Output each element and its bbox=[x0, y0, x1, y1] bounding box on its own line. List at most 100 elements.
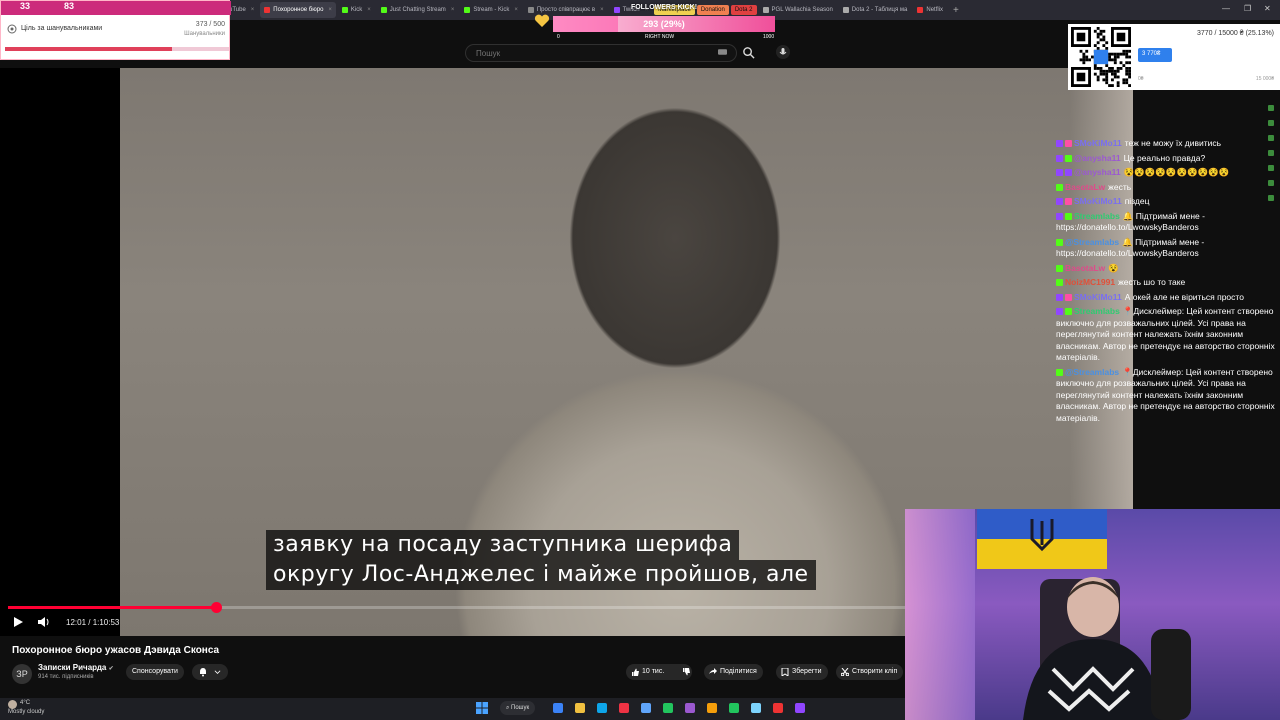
qr-code-icon bbox=[1071, 27, 1131, 87]
chat-badge-icon bbox=[1056, 238, 1063, 246]
channel-avatar[interactable]: ЗР bbox=[12, 664, 32, 684]
play-icon[interactable] bbox=[12, 616, 24, 628]
clip-button[interactable]: Створити кліп bbox=[836, 664, 904, 680]
notifications-button[interactable] bbox=[192, 664, 228, 680]
tab-label: Похоронное бюро bbox=[273, 7, 324, 13]
taskbar-app-icon[interactable] bbox=[575, 703, 585, 713]
new-tab-button[interactable]: + bbox=[949, 5, 963, 16]
goal-count: 373 / 500 bbox=[195, 21, 225, 28]
chat-badge-icon bbox=[1065, 154, 1072, 162]
taskbar-app-icon[interactable] bbox=[707, 703, 717, 713]
search-icon[interactable] bbox=[742, 46, 755, 59]
sidebar-icon[interactable] bbox=[1268, 105, 1274, 111]
sidebar-icon[interactable] bbox=[1268, 195, 1274, 201]
window-minimize-button[interactable]: — bbox=[1222, 4, 1230, 13]
taskbar-app-icon[interactable] bbox=[685, 703, 695, 713]
chat-username[interactable]: SMoKiMo11 bbox=[1074, 292, 1122, 302]
chat-message: Streamlabs 📍Дисклеймер: Цей контент створ… bbox=[1056, 306, 1278, 364]
channel-name[interactable]: Записки Ричарда ✔ bbox=[38, 663, 114, 672]
window-maximize-button[interactable]: ❐ bbox=[1244, 4, 1251, 13]
stat-counter-a: 33 bbox=[20, 1, 31, 11]
taskbar-app-icon[interactable] bbox=[663, 703, 673, 713]
taskbar-search[interactable]: ⌕ Пошук bbox=[500, 701, 536, 715]
taskbar-app-icon[interactable] bbox=[641, 703, 651, 713]
browser-tab[interactable]: Stream - Kick × bbox=[460, 2, 522, 18]
chat-username[interactable]: @anysha11 bbox=[1074, 167, 1121, 177]
tab-label: Stream - Kick bbox=[473, 7, 510, 13]
browser-tab[interactable]: Похоронное бюро × bbox=[260, 2, 336, 18]
stat-counter-b: 83 bbox=[64, 1, 75, 11]
tab-close-icon[interactable]: × bbox=[514, 7, 518, 13]
tab-close-icon[interactable]: × bbox=[251, 7, 255, 13]
taskbar bbox=[0, 698, 905, 720]
tab-close-icon[interactable]: × bbox=[367, 7, 371, 13]
taskbar-app-icon[interactable] bbox=[553, 703, 563, 713]
save-button[interactable]: Зберегти bbox=[776, 664, 828, 680]
like-button[interactable]: 10 тис. bbox=[626, 664, 693, 680]
chat-text: Це реально правда? bbox=[1123, 152, 1206, 163]
microphone-icon[interactable] bbox=[776, 45, 790, 59]
sidebar-icon[interactable] bbox=[1268, 120, 1274, 126]
search-input[interactable] bbox=[474, 48, 698, 59]
chat-text: А окей але не віриться просто bbox=[1124, 291, 1244, 302]
trident-icon bbox=[1030, 519, 1054, 552]
chat-text: 😵 bbox=[1108, 262, 1119, 273]
progress-bar[interactable] bbox=[8, 602, 905, 613]
taskbar-search-label: Пошук bbox=[511, 705, 530, 711]
donation-progress-bar: 3 770₴ bbox=[1138, 48, 1274, 62]
tab-close-icon[interactable]: × bbox=[328, 7, 332, 13]
browser-tab[interactable]: Just Chatting Stream × bbox=[377, 2, 459, 18]
search-box[interactable] bbox=[465, 44, 737, 62]
sponsor-button[interactable]: Спонсорувати bbox=[126, 664, 184, 680]
chat-username[interactable]: BasotaLw bbox=[1065, 182, 1105, 192]
channel-name-text[interactable]: Записки Ричарда bbox=[38, 663, 106, 672]
sidebar-icon[interactable] bbox=[1268, 150, 1274, 156]
taskbar-app-icon[interactable] bbox=[597, 703, 607, 713]
thumbs-down-icon[interactable] bbox=[682, 668, 690, 676]
chat-username[interactable]: Streamlabs bbox=[1074, 306, 1120, 316]
browser-tab[interactable]: Dota 2 - Таблиця ма bbox=[839, 2, 912, 18]
taskbar-app-icon[interactable] bbox=[795, 703, 805, 713]
chat-badge-icon bbox=[1056, 212, 1063, 220]
window-close-button[interactable]: ✕ bbox=[1264, 4, 1271, 13]
cloud-icon bbox=[8, 700, 17, 709]
tab-label: Dota 2 - Таблиця ма bbox=[851, 7, 908, 13]
browser-tab[interactable]: Netflix bbox=[913, 2, 947, 18]
kick-min: 0 bbox=[557, 34, 560, 40]
kick-progress-bar: 293 (29%) bbox=[553, 16, 775, 32]
taskbar-app-icon[interactable] bbox=[619, 703, 629, 713]
tab-close-icon[interactable]: × bbox=[451, 7, 455, 13]
browser-tab[interactable]: Kick × bbox=[338, 2, 375, 18]
sidebar-icon[interactable] bbox=[1268, 165, 1274, 171]
taskbar-app-icon[interactable] bbox=[751, 703, 761, 713]
chat-username[interactable]: Streamlabs bbox=[1074, 211, 1120, 221]
chat-username[interactable]: NoizMC1991 bbox=[1065, 277, 1115, 287]
tab-label: Just Chatting Stream bbox=[389, 7, 446, 13]
keyboard-icon[interactable] bbox=[718, 48, 727, 56]
chat-message: SMoKiMo11 А окей але не віриться просто bbox=[1056, 292, 1278, 304]
kick-mid: RIGHT NOW bbox=[645, 34, 675, 40]
share-button[interactable]: Поділитися bbox=[704, 664, 763, 680]
goal-top-bar bbox=[1, 1, 231, 15]
like-count: 10 тис. bbox=[642, 668, 665, 675]
chat-badge-icon bbox=[1056, 183, 1063, 191]
video-title: Похоронное бюро ужасов Дэвида Сконса bbox=[12, 645, 220, 656]
taskbar-app-icon[interactable] bbox=[773, 703, 783, 713]
chat-username[interactable]: @anysha11 bbox=[1074, 153, 1121, 163]
sidebar-icon[interactable] bbox=[1268, 135, 1274, 141]
tab-label: Netflix bbox=[926, 7, 944, 13]
sidebar-icon[interactable] bbox=[1268, 180, 1274, 186]
windows-start-icon[interactable] bbox=[476, 702, 488, 714]
taskbar-app-icon[interactable] bbox=[729, 703, 739, 713]
tab-favicon-icon bbox=[341, 7, 348, 13]
chat-username[interactable]: @Streamlabs bbox=[1065, 237, 1119, 247]
tab-favicon-icon bbox=[464, 7, 471, 13]
progress-handle[interactable] bbox=[211, 602, 222, 613]
chat-username[interactable]: SMoKiMo11 bbox=[1074, 138, 1122, 148]
chat-username[interactable]: @Streamlabs bbox=[1065, 367, 1119, 377]
chat-badge-icon bbox=[1065, 140, 1072, 148]
chat-username[interactable]: BasotaLw bbox=[1065, 263, 1105, 273]
weather-widget[interactable]: 4°C Mostly cloudy bbox=[8, 700, 44, 716]
volume-icon[interactable] bbox=[37, 616, 50, 628]
chat-username[interactable]: SMoKiMo11 bbox=[1074, 196, 1122, 206]
